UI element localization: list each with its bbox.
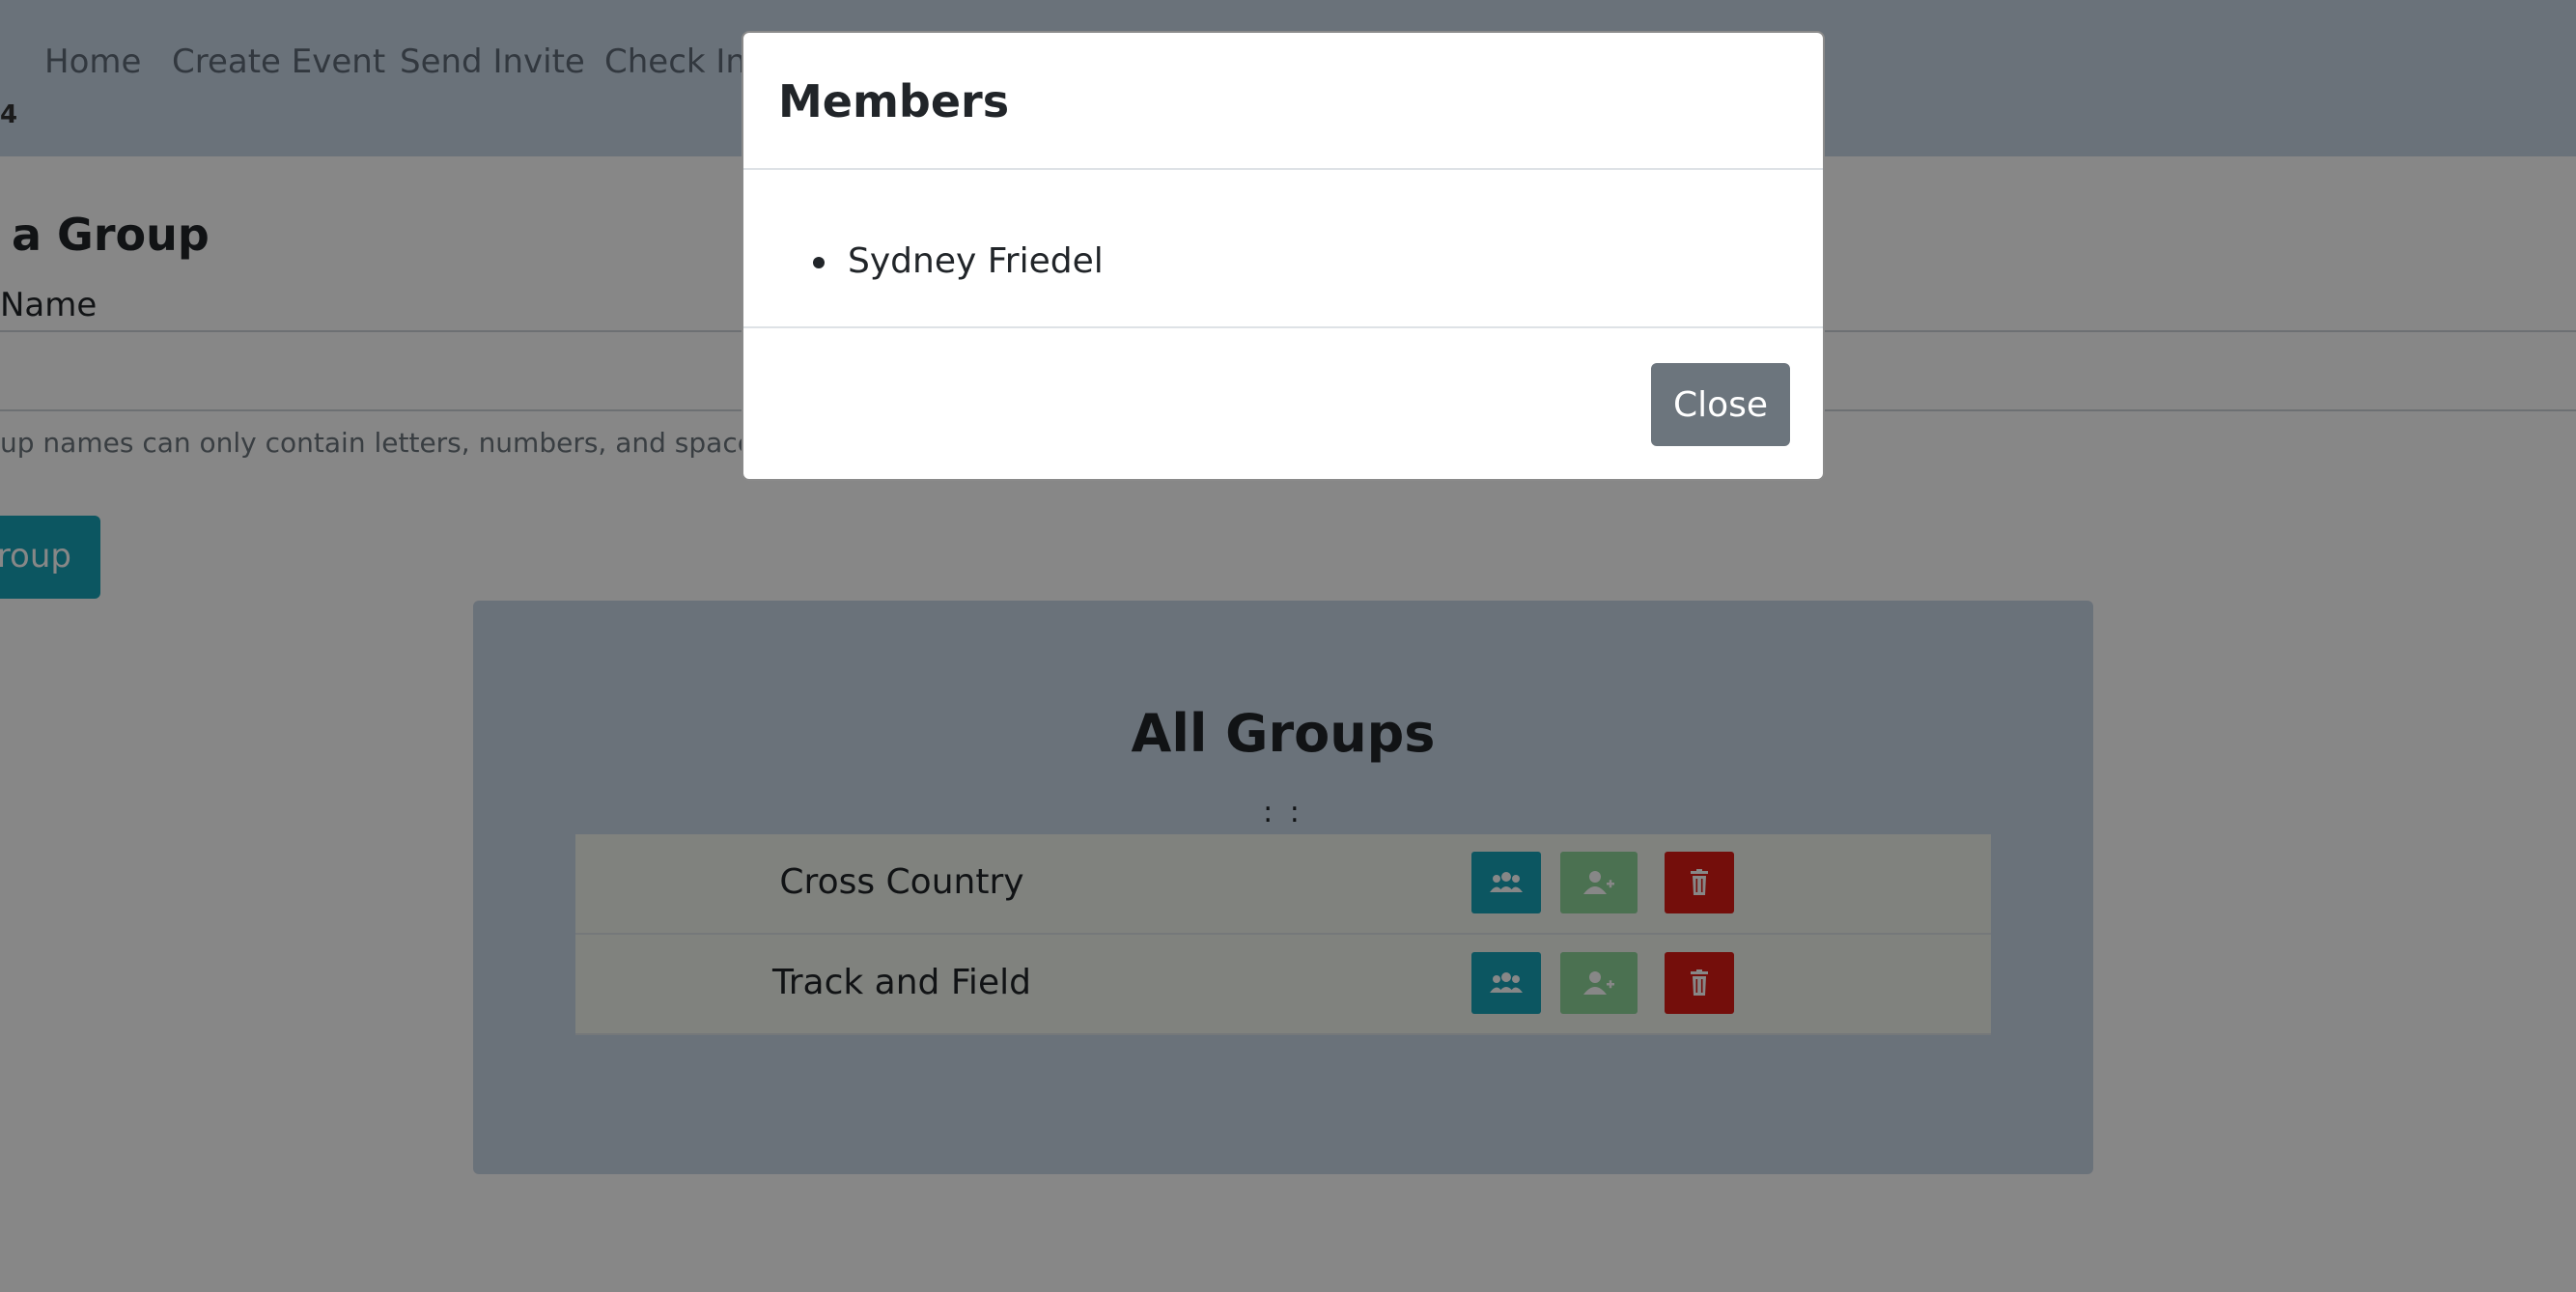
modal-title: Members — [778, 75, 1010, 127]
modal-header: Members — [743, 33, 1823, 170]
members-modal: Members Sydney Friedel Close — [742, 31, 1825, 481]
member-name: Sydney Friedel — [848, 241, 1104, 281]
modal-body: Sydney Friedel — [743, 170, 1823, 328]
bullet-icon — [813, 257, 825, 268]
close-button[interactable]: Close — [1651, 363, 1790, 446]
